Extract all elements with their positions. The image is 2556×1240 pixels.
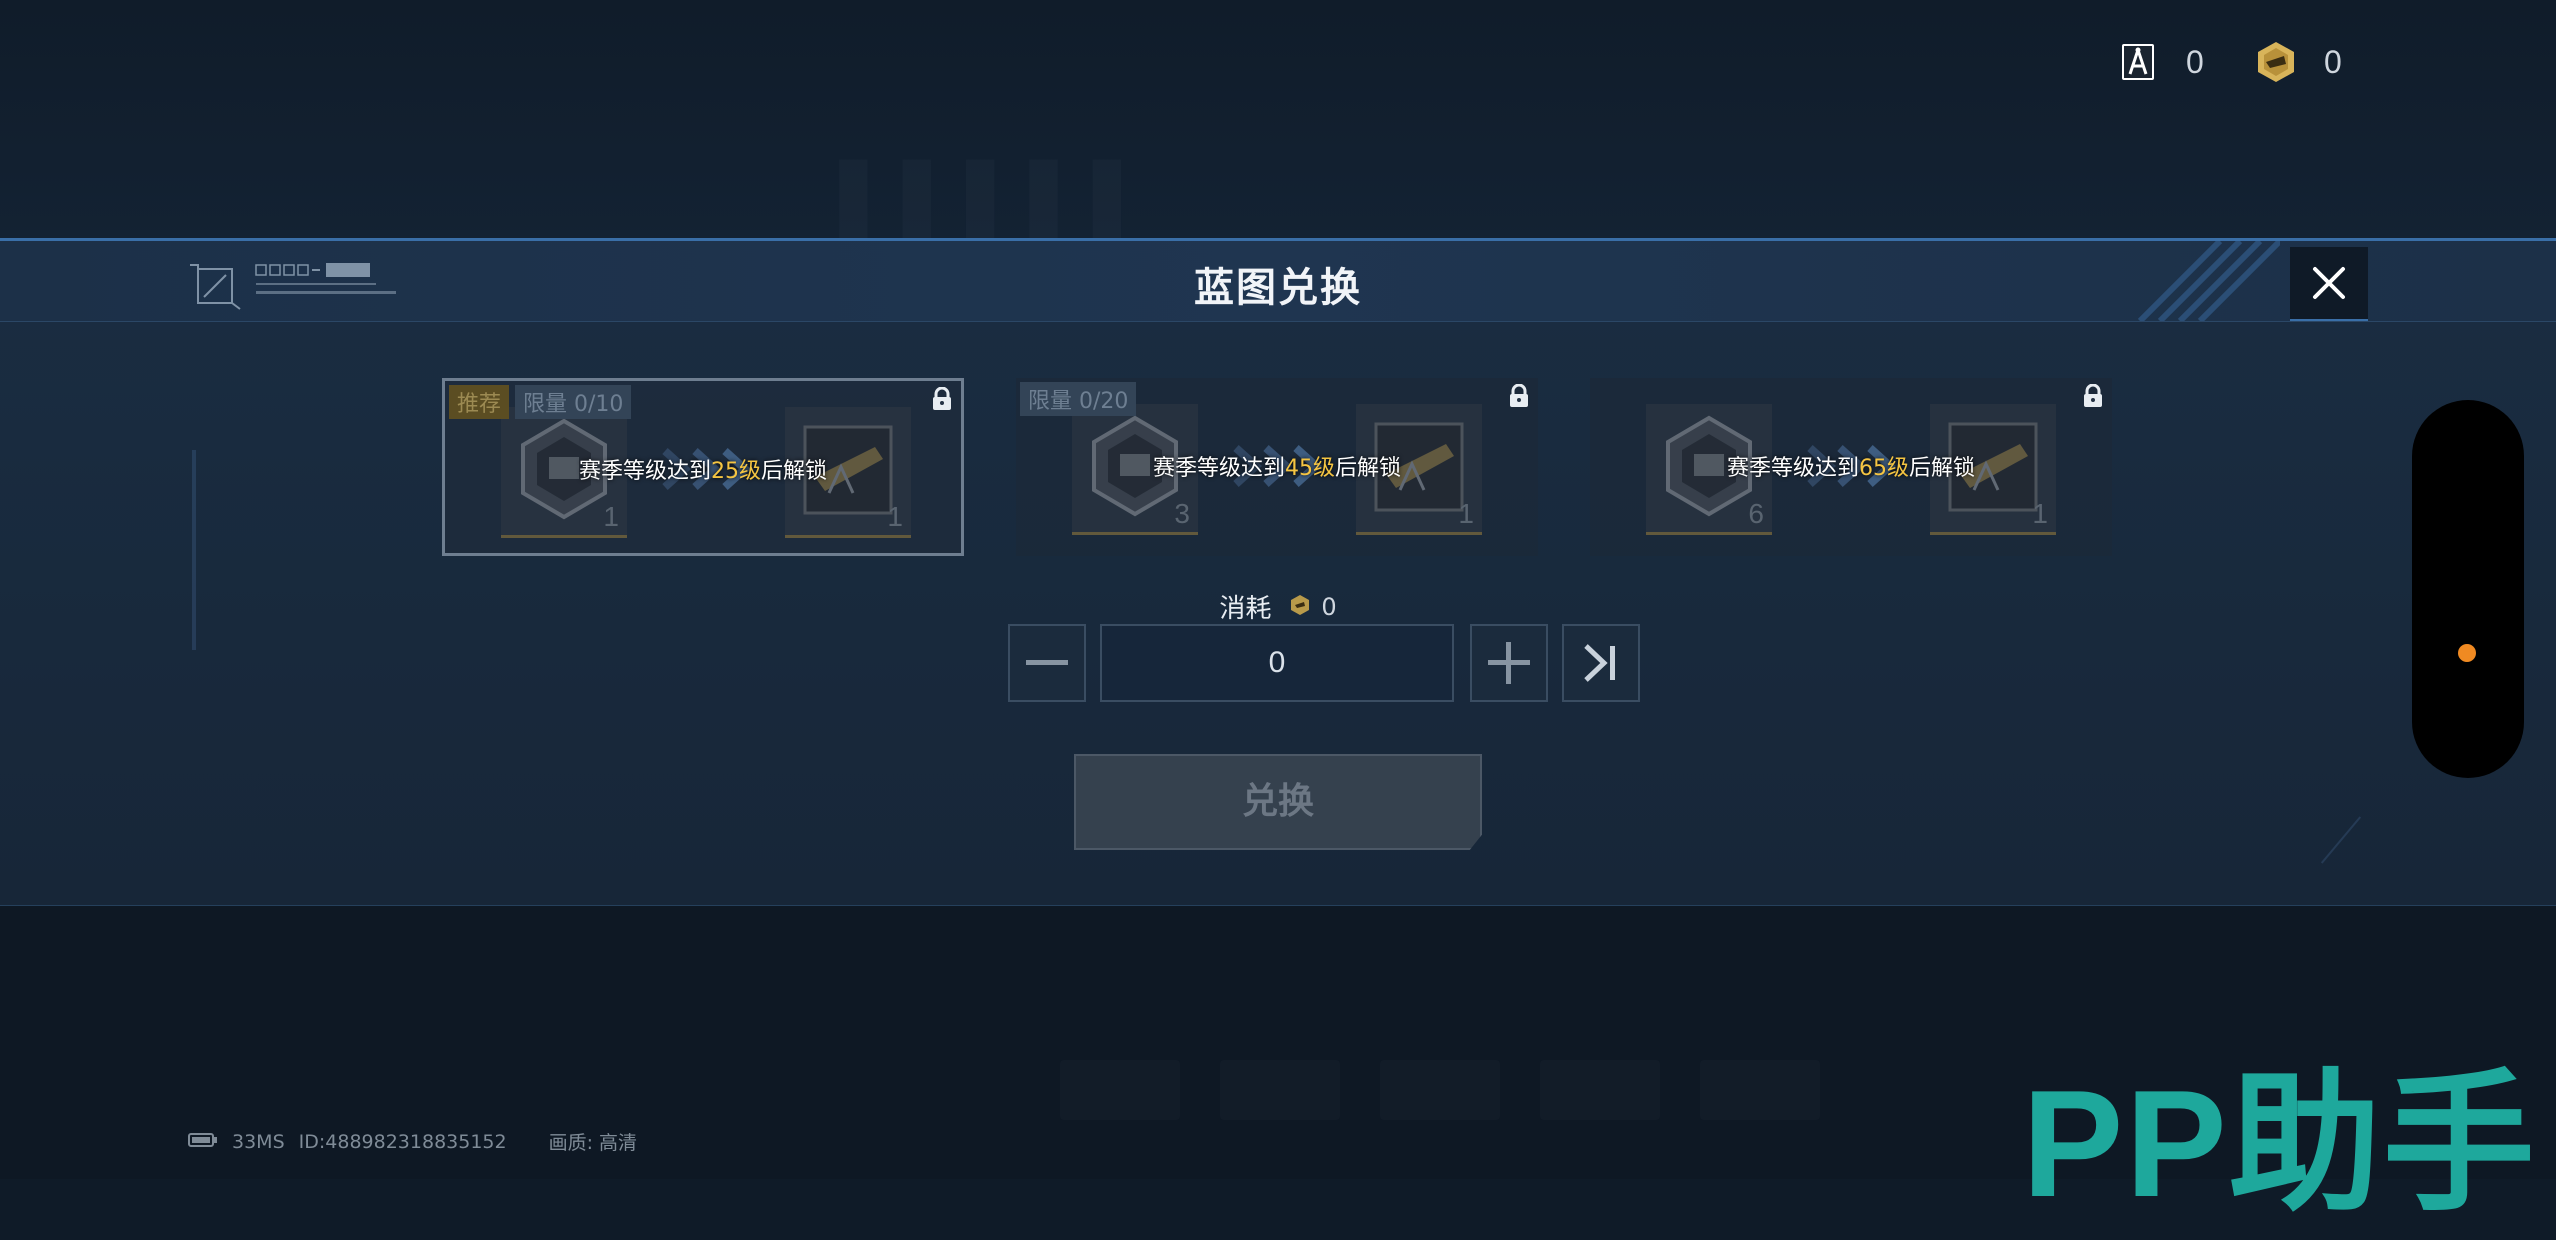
background-slot: [1060, 1060, 1180, 1120]
unlock-requirement: 赛季等级达到45级后解锁: [1016, 450, 1538, 482]
pp-assistant-watermark: PP助手: [2022, 1059, 2537, 1229]
background-slot: [1220, 1060, 1340, 1120]
unlock-requirement: 赛季等级达到25级后解锁: [445, 453, 961, 485]
quantity-field[interactable]: 0: [1100, 624, 1454, 702]
gold-token-icon: [1289, 594, 1311, 620]
unlock-suffix: 后解锁: [1335, 456, 1402, 481]
background-slot: [1380, 1060, 1500, 1120]
background-slot: [1540, 1060, 1660, 1120]
max-button[interactable]: [1562, 624, 1640, 702]
decrease-button[interactable]: [1008, 624, 1086, 702]
modal-title: 蓝图兑换: [1194, 265, 1362, 311]
blueprint-ticket-icon: [2116, 40, 2160, 84]
increase-button[interactable]: [1470, 624, 1548, 702]
modal-header: 蓝图兑换: [0, 238, 2556, 324]
unlock-suffix: 后解锁: [1909, 456, 1976, 481]
floating-side-panel[interactable]: [2412, 400, 2524, 778]
consume-label: 消耗: [1219, 594, 1272, 624]
limit-tag: 限量 0/20: [1020, 382, 1137, 416]
currency-value: 0: [2324, 43, 2342, 80]
battery-icon: [188, 1131, 218, 1153]
unlock-level: 45级: [1285, 456, 1335, 481]
unlock-prefix: 赛季等级达到: [1152, 456, 1285, 481]
ping-value: 33MS: [232, 1130, 285, 1153]
card-tags: 限量 0/20: [1020, 382, 1137, 416]
currency-blueprint[interactable]: 0: [2116, 40, 2204, 84]
close-icon: [2313, 267, 2345, 299]
unlock-prefix: 赛季等级达到: [1726, 456, 1859, 481]
exchange-card-3[interactable]: 6 1 赛季等级达到65级后解锁: [1590, 378, 2112, 556]
player-id: ID:488982318835152: [298, 1130, 507, 1153]
recommend-tag: 推荐: [449, 385, 510, 419]
skip-to-max-icon: [1584, 644, 1615, 682]
unlock-level: 65级: [1859, 456, 1909, 481]
background-ghost-title: ▌▌▌▌▌: [840, 160, 1157, 244]
background-slot: [1700, 1060, 1820, 1120]
consume-row: 消耗 0: [0, 588, 2556, 625]
unlock-suffix: 后解锁: [761, 459, 828, 484]
exchange-card-1[interactable]: 1 1 推荐 限量 0/10 赛季等级达到25级后解锁: [442, 378, 964, 556]
limit-tag: 限量 0/10: [515, 385, 632, 419]
close-button[interactable]: [2290, 247, 2368, 321]
background-top: [0, 0, 2556, 238]
currency-value: 0: [2186, 43, 2204, 80]
unlock-level: 25级: [711, 459, 761, 484]
card-tags: 推荐 限量 0/10: [449, 385, 632, 419]
graphics-quality: 画质: 高清: [548, 1132, 638, 1154]
consume-value: 0: [1321, 592, 1337, 621]
notification-dot: [2458, 644, 2476, 662]
lock-icon: [2082, 383, 2104, 412]
unlock-prefix: 赛季等级达到: [578, 459, 711, 484]
minus-icon: [1026, 660, 1068, 665]
plus-icon: [1488, 642, 1530, 684]
exchange-button[interactable]: 兑换: [1074, 754, 1482, 850]
unlock-requirement: 赛季等级达到65级后解锁: [1590, 450, 2112, 482]
gold-token-icon: [2254, 40, 2298, 84]
exchange-card-2[interactable]: 3 1 限量 0/20 赛季等级达到45级后解锁: [1016, 378, 1538, 556]
lock-icon: [931, 386, 953, 415]
lock-icon: [1508, 383, 1530, 412]
currency-gold[interactable]: 0: [2254, 40, 2342, 84]
status-bar: 33MS ID:488982318835152 画质: 高清: [188, 1128, 637, 1155]
